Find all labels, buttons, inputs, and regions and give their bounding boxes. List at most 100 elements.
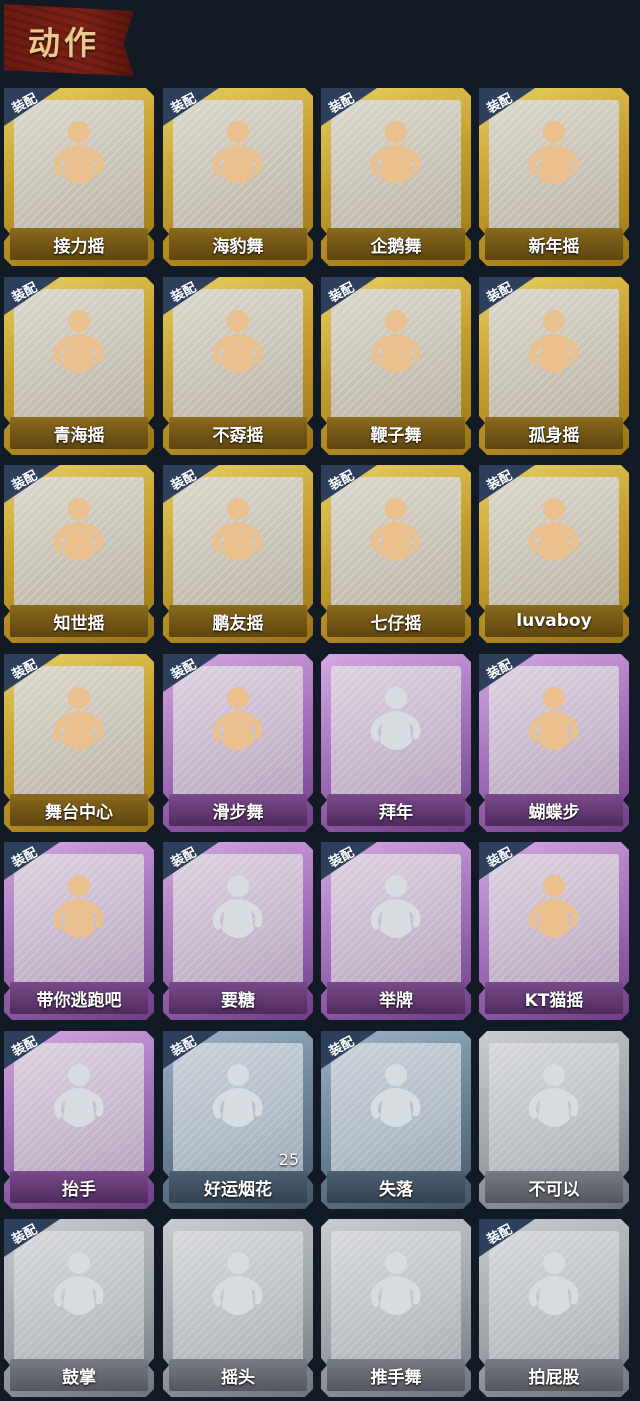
- card-label-bar: 接力摇: [10, 228, 148, 260]
- card-label-bar: 摇头: [169, 1359, 307, 1391]
- emote-name: 海豹舞: [212, 236, 264, 257]
- card-label-bar: 抬手: [10, 1171, 148, 1203]
- emote-card[interactable]: 装配 孤身摇: [479, 277, 629, 455]
- emote-card[interactable]: 装配 知世摇: [4, 465, 154, 643]
- card-label-bar: 青海摇: [10, 417, 148, 449]
- emote-name: 滑步舞: [212, 802, 264, 823]
- emote-card[interactable]: 装配 失落: [321, 1031, 471, 1209]
- card-label-bar: 企鹅舞: [327, 228, 465, 260]
- card-label-bar: luvaboy: [485, 605, 623, 637]
- dance-figure-icon: [528, 121, 579, 184]
- page-title: 动作: [28, 24, 101, 62]
- dance-figure-icon: [53, 121, 104, 184]
- emote-card[interactable]: 装配 舞台中心: [4, 654, 154, 832]
- clap-icon: [53, 1252, 104, 1315]
- emote-card[interactable]: 装配 要糖: [163, 842, 313, 1020]
- emote-name: 鞭子舞: [370, 425, 422, 446]
- card-label-bar: 拜年: [327, 794, 465, 826]
- emote-card[interactable]: 装配 接力摇: [4, 88, 154, 266]
- dance-figure-icon: [528, 310, 579, 373]
- item-count: 25: [278, 1150, 299, 1169]
- emote-card[interactable]: 装配 抬手: [4, 1031, 154, 1209]
- dance-figure-icon: [53, 687, 104, 750]
- card-label-bar: 推手舞: [327, 1359, 465, 1391]
- emote-name: 鹏友摇: [212, 613, 264, 634]
- card-label-bar: 带你逃跑吧: [10, 982, 148, 1014]
- emote-card[interactable]: 装配 蝴蝶步: [479, 654, 629, 832]
- wag-finger-icon: [528, 1064, 579, 1127]
- emote-card[interactable]: 装配 拍屁股: [479, 1219, 629, 1397]
- dance-figure-icon: [53, 310, 104, 373]
- emote-name: 知世摇: [53, 613, 105, 634]
- emote-card[interactable]: 装配 新年摇: [479, 88, 629, 266]
- emote-name: 举牌: [379, 990, 413, 1011]
- emote-card[interactable]: 推手舞: [321, 1219, 471, 1397]
- card-label-bar: 孤身摇: [485, 417, 623, 449]
- dance-figure-icon: [370, 310, 421, 373]
- firework-icon: [212, 1064, 263, 1127]
- card-label-bar: 鼓掌: [10, 1359, 148, 1391]
- emote-name: 抬手: [62, 1179, 96, 1200]
- card-label-bar: 失落: [327, 1171, 465, 1203]
- header: 动作: [0, 0, 640, 84]
- emote-card[interactable]: 不可以: [479, 1031, 629, 1209]
- emote-name: 孤身摇: [528, 425, 580, 446]
- emote-name: 失落: [379, 1179, 413, 1200]
- emote-card[interactable]: 装配 企鹅舞: [321, 88, 471, 266]
- emote-card[interactable]: 装配 带你逃跑吧: [4, 842, 154, 1020]
- emote-card[interactable]: 装配 不孬摇: [163, 277, 313, 455]
- emote-name: 好运烟花: [204, 1179, 272, 1200]
- crawl-figure-icon: [370, 1064, 421, 1127]
- dance-figure-icon: [212, 498, 263, 561]
- emote-name: 不孬摇: [212, 425, 264, 446]
- emote-card[interactable]: 摇头: [163, 1219, 313, 1397]
- dance-figure-icon: [370, 121, 421, 184]
- emote-card[interactable]: 拜年: [321, 654, 471, 832]
- card-label-bar: 海豹舞: [169, 228, 307, 260]
- card-label-bar: 滑步舞: [169, 794, 307, 826]
- emote-name: 新年摇: [528, 236, 580, 257]
- card-label-bar: 不可以: [485, 1171, 623, 1203]
- emote-name: 舞台中心: [45, 802, 113, 823]
- emote-card[interactable]: 装配 鹏友摇: [163, 465, 313, 643]
- emote-name: 要糖: [221, 990, 255, 1011]
- dance-figure-icon: [212, 310, 263, 373]
- card-label-bar: 七仔摇: [327, 605, 465, 637]
- emote-name: luvaboy: [516, 611, 592, 631]
- emote-name: 蝴蝶步: [528, 802, 580, 823]
- emote-name: 青海摇: [53, 425, 105, 446]
- emote-name: 带你逃跑吧: [36, 990, 122, 1011]
- emote-card[interactable]: 装配 海豹舞: [163, 88, 313, 266]
- card-label-bar: 好运烟花: [169, 1171, 307, 1203]
- emote-name: 七仔摇: [370, 613, 422, 634]
- emote-name: 推手舞: [370, 1367, 422, 1388]
- card-label-bar: KT猫摇: [485, 982, 623, 1014]
- dance-figure-icon: [212, 121, 263, 184]
- emote-name: 鼓掌: [62, 1367, 96, 1388]
- card-label-bar: 鞭子舞: [327, 417, 465, 449]
- emote-card[interactable]: 装配 青海摇: [4, 277, 154, 455]
- emote-card[interactable]: 装配 鼓掌: [4, 1219, 154, 1397]
- dance-figure-icon: [528, 687, 579, 750]
- dance-figure-icon: [528, 875, 579, 938]
- pat-figure-icon: [528, 1252, 579, 1315]
- emote-card[interactable]: 装配 鞭子舞: [321, 277, 471, 455]
- shake-head-figure-icon: [212, 1252, 263, 1315]
- emote-card[interactable]: 装配 举牌: [321, 842, 471, 1020]
- card-label-bar: 新年摇: [485, 228, 623, 260]
- emote-name: KT猫摇: [524, 990, 584, 1011]
- emote-card[interactable]: 装配 KT猫摇: [479, 842, 629, 1020]
- emote-name: 拜年: [379, 802, 413, 823]
- card-label-bar: 不孬摇: [169, 417, 307, 449]
- card-label-bar: 鹏友摇: [169, 605, 307, 637]
- card-label-bar: 舞台中心: [10, 794, 148, 826]
- emote-card[interactable]: 装配 七仔摇: [321, 465, 471, 643]
- emote-card[interactable]: 装配 luvaboy: [479, 465, 629, 643]
- card-label-bar: 蝴蝶步: [485, 794, 623, 826]
- push-figure-icon: [370, 1252, 421, 1315]
- dance-figure-icon: [53, 498, 104, 561]
- emote-card[interactable]: 装配 25 好运烟花: [163, 1031, 313, 1209]
- raise-hand-figure-icon: [53, 1064, 104, 1127]
- emote-name: 接力摇: [53, 236, 105, 257]
- emote-card[interactable]: 装配 滑步舞: [163, 654, 313, 832]
